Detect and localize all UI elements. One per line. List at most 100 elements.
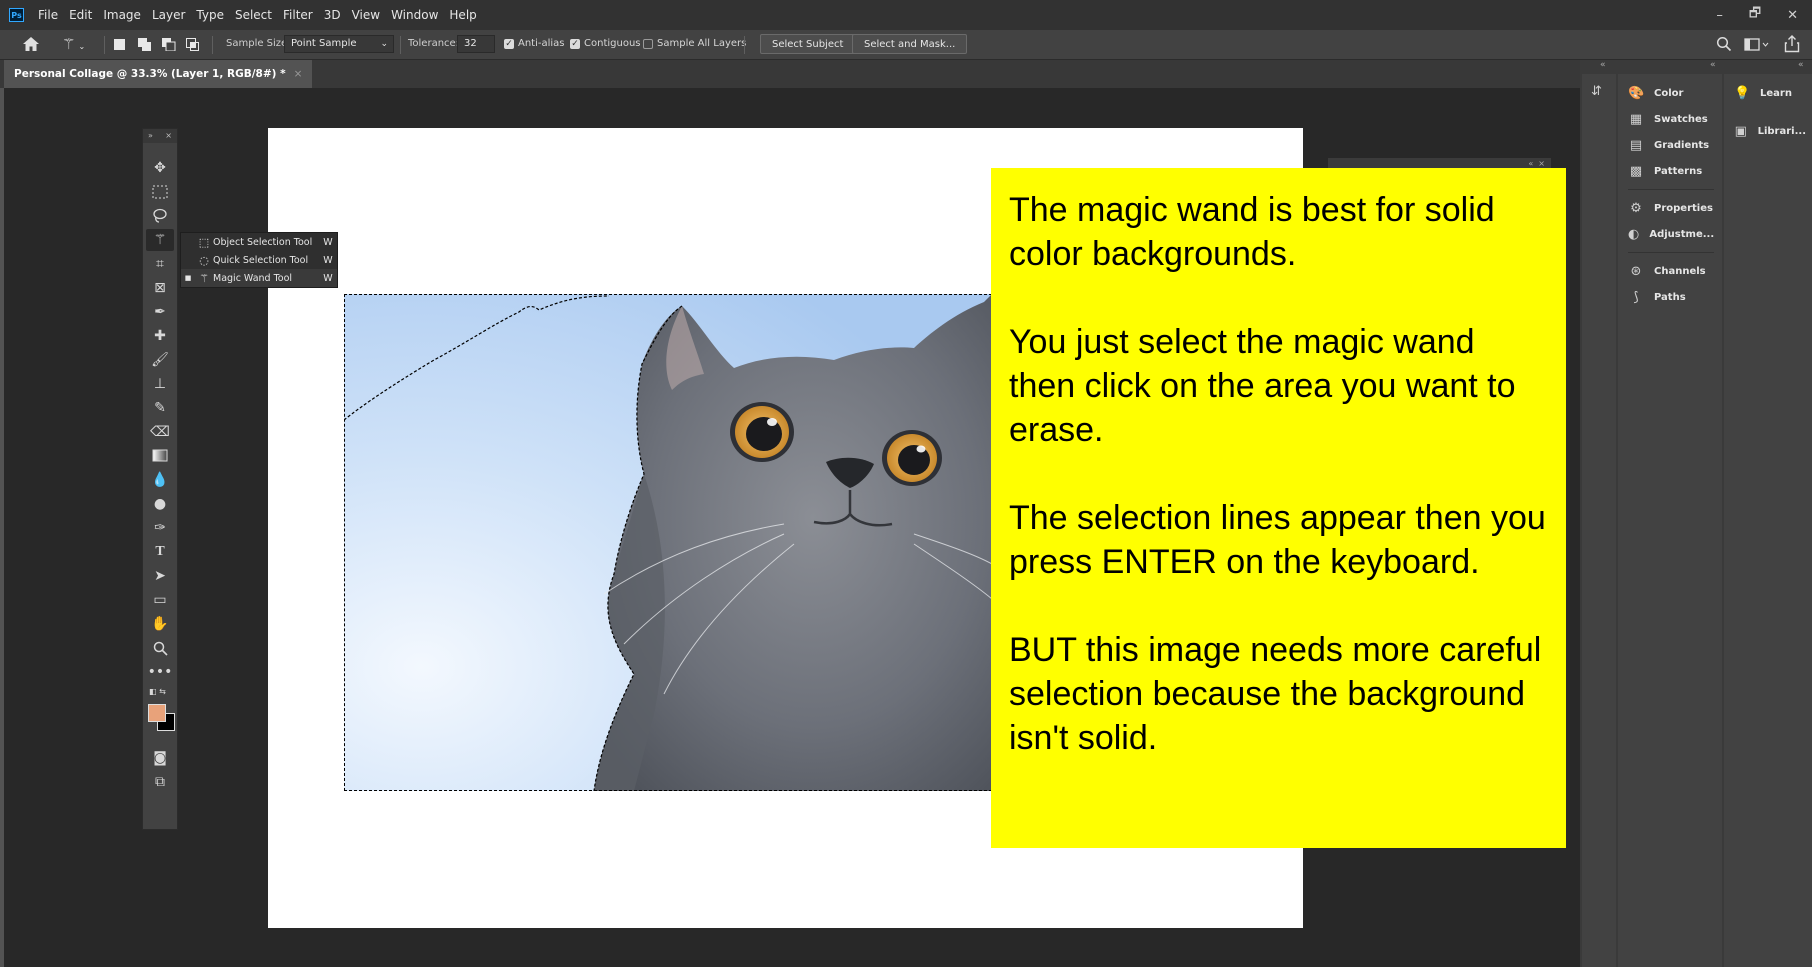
dodge-tool-icon[interactable]: ● bbox=[146, 493, 174, 515]
menu-window[interactable]: Window bbox=[391, 8, 438, 22]
dock-divider bbox=[1628, 252, 1714, 253]
document-tab[interactable]: Personal Collage @ 33.3% (Layer 1, RGB/8… bbox=[4, 60, 313, 88]
more-tools-icon[interactable]: ••• bbox=[146, 661, 174, 683]
intersect-selection-icon[interactable] bbox=[186, 38, 200, 51]
sample-all-layers-label: Sample All Layers bbox=[657, 38, 747, 49]
photoshop-logo: Ps bbox=[9, 8, 24, 22]
menu-type[interactable]: Type bbox=[196, 8, 224, 22]
home-icon[interactable] bbox=[22, 36, 42, 54]
menu-help[interactable]: Help bbox=[449, 8, 476, 22]
menu-layer[interactable]: Layer bbox=[152, 8, 185, 22]
tools-panel-header[interactable]: » × bbox=[143, 129, 177, 143]
eyedropper-tool-icon[interactable]: ✒ bbox=[146, 301, 174, 323]
quick-mask-icon[interactable]: ◙ bbox=[146, 747, 174, 769]
tolerance-input[interactable]: 32 bbox=[457, 35, 495, 53]
gradients-panel-button[interactable]: ▤ Gradients bbox=[1628, 132, 1714, 158]
foreground-color-swatch[interactable] bbox=[148, 704, 166, 722]
lightbulb-icon: 💡 bbox=[1734, 85, 1751, 101]
workspace-icon[interactable] bbox=[1744, 37, 1770, 53]
note-paragraph-4: BUT this image needs more careful select… bbox=[1009, 631, 1542, 757]
object-selection-icon: ⬚ bbox=[198, 235, 210, 249]
eraser-tool-icon[interactable]: ⌫ bbox=[146, 421, 174, 443]
close-window-button[interactable]: ✕ bbox=[1787, 8, 1798, 23]
lasso-tool-icon[interactable] bbox=[146, 205, 174, 227]
crop-tool-icon[interactable]: ⌗ bbox=[146, 253, 174, 275]
properties-panel-button[interactable]: ⚙ Properties bbox=[1628, 195, 1714, 221]
default-colors-icon[interactable]: ◧ ⇆ bbox=[149, 687, 171, 697]
collapse-dock-icon-2[interactable]: « bbox=[1710, 60, 1716, 70]
swatches-panel-button[interactable]: ▦ Swatches bbox=[1628, 106, 1714, 132]
path-selection-tool-icon[interactable]: ➤ bbox=[146, 565, 174, 587]
dock-column-learn: 💡 Learn ▣ Librari... bbox=[1724, 74, 1812, 967]
sample-all-layers-checkbox[interactable]: Sample All Layers bbox=[643, 38, 746, 49]
paths-panel-button[interactable]: ⟆ Paths bbox=[1628, 284, 1714, 310]
history-brush-tool-icon[interactable]: ✎ bbox=[146, 397, 174, 419]
hand-tool-icon[interactable]: ✋ bbox=[146, 613, 174, 635]
menu-view[interactable]: View bbox=[352, 8, 380, 22]
adjustments-panel-button[interactable]: ◐ Adjustme... bbox=[1628, 221, 1714, 247]
select-subject-button[interactable]: Select Subject bbox=[760, 34, 856, 54]
magic-wand-preset-icon[interactable]: ⚚ ⌄ bbox=[62, 35, 94, 55]
note-paragraph-3: The selection lines appear then you pres… bbox=[1009, 499, 1546, 581]
search-icon[interactable] bbox=[1716, 36, 1734, 54]
pen-tool-icon[interactable]: ✑ bbox=[146, 517, 174, 539]
rectangle-tool-icon[interactable]: ▭ bbox=[146, 589, 174, 611]
menu-edit[interactable]: Edit bbox=[69, 8, 92, 22]
anti-alias-label: Anti-alias bbox=[518, 38, 565, 49]
object-selection-tool-item[interactable]: ⬚ Object Selection Tool W bbox=[181, 233, 337, 251]
marquee-tool-icon[interactable] bbox=[146, 181, 174, 203]
paths-icon: ⟆ bbox=[1633, 289, 1639, 305]
expand-arrows-icon[interactable]: » bbox=[148, 129, 153, 143]
selection-tools-flyout: ⬚ Object Selection Tool W ◌ Quick Select… bbox=[180, 232, 338, 288]
frame-tool-icon[interactable]: ⊠ bbox=[146, 277, 174, 299]
type-tool-icon[interactable]: T bbox=[146, 541, 174, 563]
collapse-dock-icon[interactable]: « bbox=[1600, 60, 1606, 70]
close-tab-icon[interactable]: × bbox=[294, 68, 303, 80]
contiguous-checkbox[interactable]: Contiguous bbox=[570, 38, 641, 49]
channels-panel-button[interactable]: ⊛ Channels bbox=[1628, 258, 1714, 284]
menu-image[interactable]: Image bbox=[103, 8, 141, 22]
menu-3d[interactable]: 3D bbox=[324, 8, 341, 22]
select-and-mask-button[interactable]: Select and Mask... bbox=[852, 34, 968, 54]
clone-stamp-tool-icon[interactable]: ⊥ bbox=[146, 373, 174, 395]
tolerance-label: Tolerance: bbox=[408, 38, 460, 49]
menu-filter[interactable]: Filter bbox=[283, 8, 313, 22]
restore-button[interactable]: 🗗 bbox=[1749, 4, 1761, 26]
screen-mode-icon[interactable]: ⧉ bbox=[146, 771, 174, 793]
quick-selection-tool-item[interactable]: ◌ Quick Selection Tool W bbox=[181, 251, 337, 269]
minimize-button[interactable]: – bbox=[1716, 8, 1723, 23]
history-panel-icon[interactable]: ⇵ bbox=[1591, 84, 1602, 99]
move-tool-icon[interactable]: ✥ bbox=[146, 157, 174, 179]
channels-icon: ⊛ bbox=[1630, 263, 1642, 279]
blur-tool-icon[interactable]: 💧 bbox=[146, 469, 174, 491]
healing-brush-tool-icon[interactable]: ✚ bbox=[146, 325, 174, 347]
collapse-arrows-icon[interactable]: « × bbox=[1528, 159, 1545, 168]
patterns-panel-button[interactable]: ▩ Patterns bbox=[1628, 158, 1714, 184]
note-paragraph-2: You just select the magic wand then clic… bbox=[1009, 323, 1516, 449]
share-icon[interactable] bbox=[1784, 35, 1802, 53]
menu-select[interactable]: Select bbox=[235, 8, 272, 22]
contiguous-check-icon bbox=[570, 38, 580, 49]
new-selection-icon[interactable] bbox=[114, 39, 125, 50]
close-panel-icon[interactable]: × bbox=[165, 129, 172, 143]
chevron-down-icon: ⌄ bbox=[380, 39, 388, 49]
add-to-selection-icon[interactable] bbox=[138, 38, 152, 51]
brush-tool-icon[interactable]: 🖌 bbox=[146, 349, 174, 371]
color-panel-button[interactable]: 🎨 Color bbox=[1628, 80, 1714, 106]
sample-size-select[interactable]: Point Sample ⌄ bbox=[284, 35, 394, 53]
options-bar: ⚚ ⌄ Sample Size: Point Sample ⌄ Tolerance… bbox=[0, 30, 1812, 60]
gradient-tool-icon[interactable] bbox=[146, 445, 174, 467]
subtract-from-selection-icon[interactable] bbox=[162, 38, 176, 52]
learn-panel-button[interactable]: 💡 Learn bbox=[1734, 80, 1806, 106]
magic-wand-tool-icon[interactable]: ⚚ bbox=[146, 229, 174, 251]
cat-photo[interactable] bbox=[344, 294, 992, 791]
menu-file[interactable]: File bbox=[38, 8, 58, 22]
selected-dot-icon: ■ bbox=[184, 274, 192, 282]
anti-alias-checkbox[interactable]: Anti-alias bbox=[504, 38, 565, 49]
magic-wand-tool-item[interactable]: ■ ⚚ Magic Wand Tool W bbox=[181, 269, 337, 287]
sample-size-value: Point Sample bbox=[291, 38, 357, 49]
contiguous-label: Contiguous bbox=[584, 38, 641, 49]
zoom-tool-icon[interactable] bbox=[146, 637, 174, 659]
libraries-panel-button[interactable]: ▣ Librari... bbox=[1734, 118, 1806, 144]
collapse-dock-icon-3[interactable]: « bbox=[1798, 60, 1804, 70]
